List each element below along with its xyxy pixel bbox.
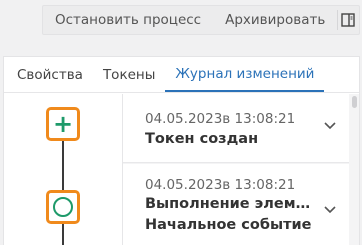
- event-list: 04.05.2023в 13:08:21 Токен создан 04.05.…: [122, 94, 359, 245]
- event-timestamp: 04.05.2023в 13:08:21: [145, 111, 296, 127]
- timeline-connector: [62, 128, 64, 245]
- panel-toggle-icon[interactable]: [338, 6, 359, 34]
- stop-process-button[interactable]: Остановить процесс: [43, 6, 213, 34]
- tab-properties[interactable]: Свойства: [7, 57, 93, 92]
- tab-tokens[interactable]: Токены: [93, 57, 165, 92]
- event-item[interactable]: 04.05.2023в 13:08:21 Токен создан: [123, 94, 349, 163]
- event-item[interactable]: 04.05.2023в 13:08:21 Выполнение элем… На…: [123, 164, 349, 245]
- timeline: +: [4, 94, 122, 245]
- archive-button[interactable]: Архивировать: [213, 6, 337, 34]
- tab-change-log[interactable]: Журнал изменений: [165, 57, 325, 92]
- start-event-circle-icon: [53, 197, 73, 217]
- scrollbar-thumb[interactable]: [352, 96, 357, 108]
- process-toolbar: Остановить процесс Архивировать: [42, 5, 360, 35]
- chevron-down-icon[interactable]: [323, 202, 337, 216]
- tab-bar: Свойства Токены Журнал изменений: [4, 57, 359, 93]
- event-subtitle: Начальное событие: [145, 217, 312, 233]
- timeline-node-start-event[interactable]: [46, 190, 80, 224]
- change-log-content: + 04.05.2023в 13:08:21 Токен создан 04.0…: [4, 94, 359, 245]
- details-panel: Свойства Токены Журнал изменений + 04.05…: [3, 56, 360, 245]
- timeline-node-created[interactable]: +: [46, 107, 80, 141]
- scrollbar[interactable]: [349, 94, 359, 245]
- event-title: Токен создан: [145, 131, 259, 147]
- event-timestamp: 04.05.2023в 13:08:21: [145, 177, 296, 193]
- plus-icon: +: [52, 110, 74, 138]
- event-title: Выполнение элем…: [145, 196, 311, 212]
- chevron-down-icon[interactable]: [323, 118, 337, 132]
